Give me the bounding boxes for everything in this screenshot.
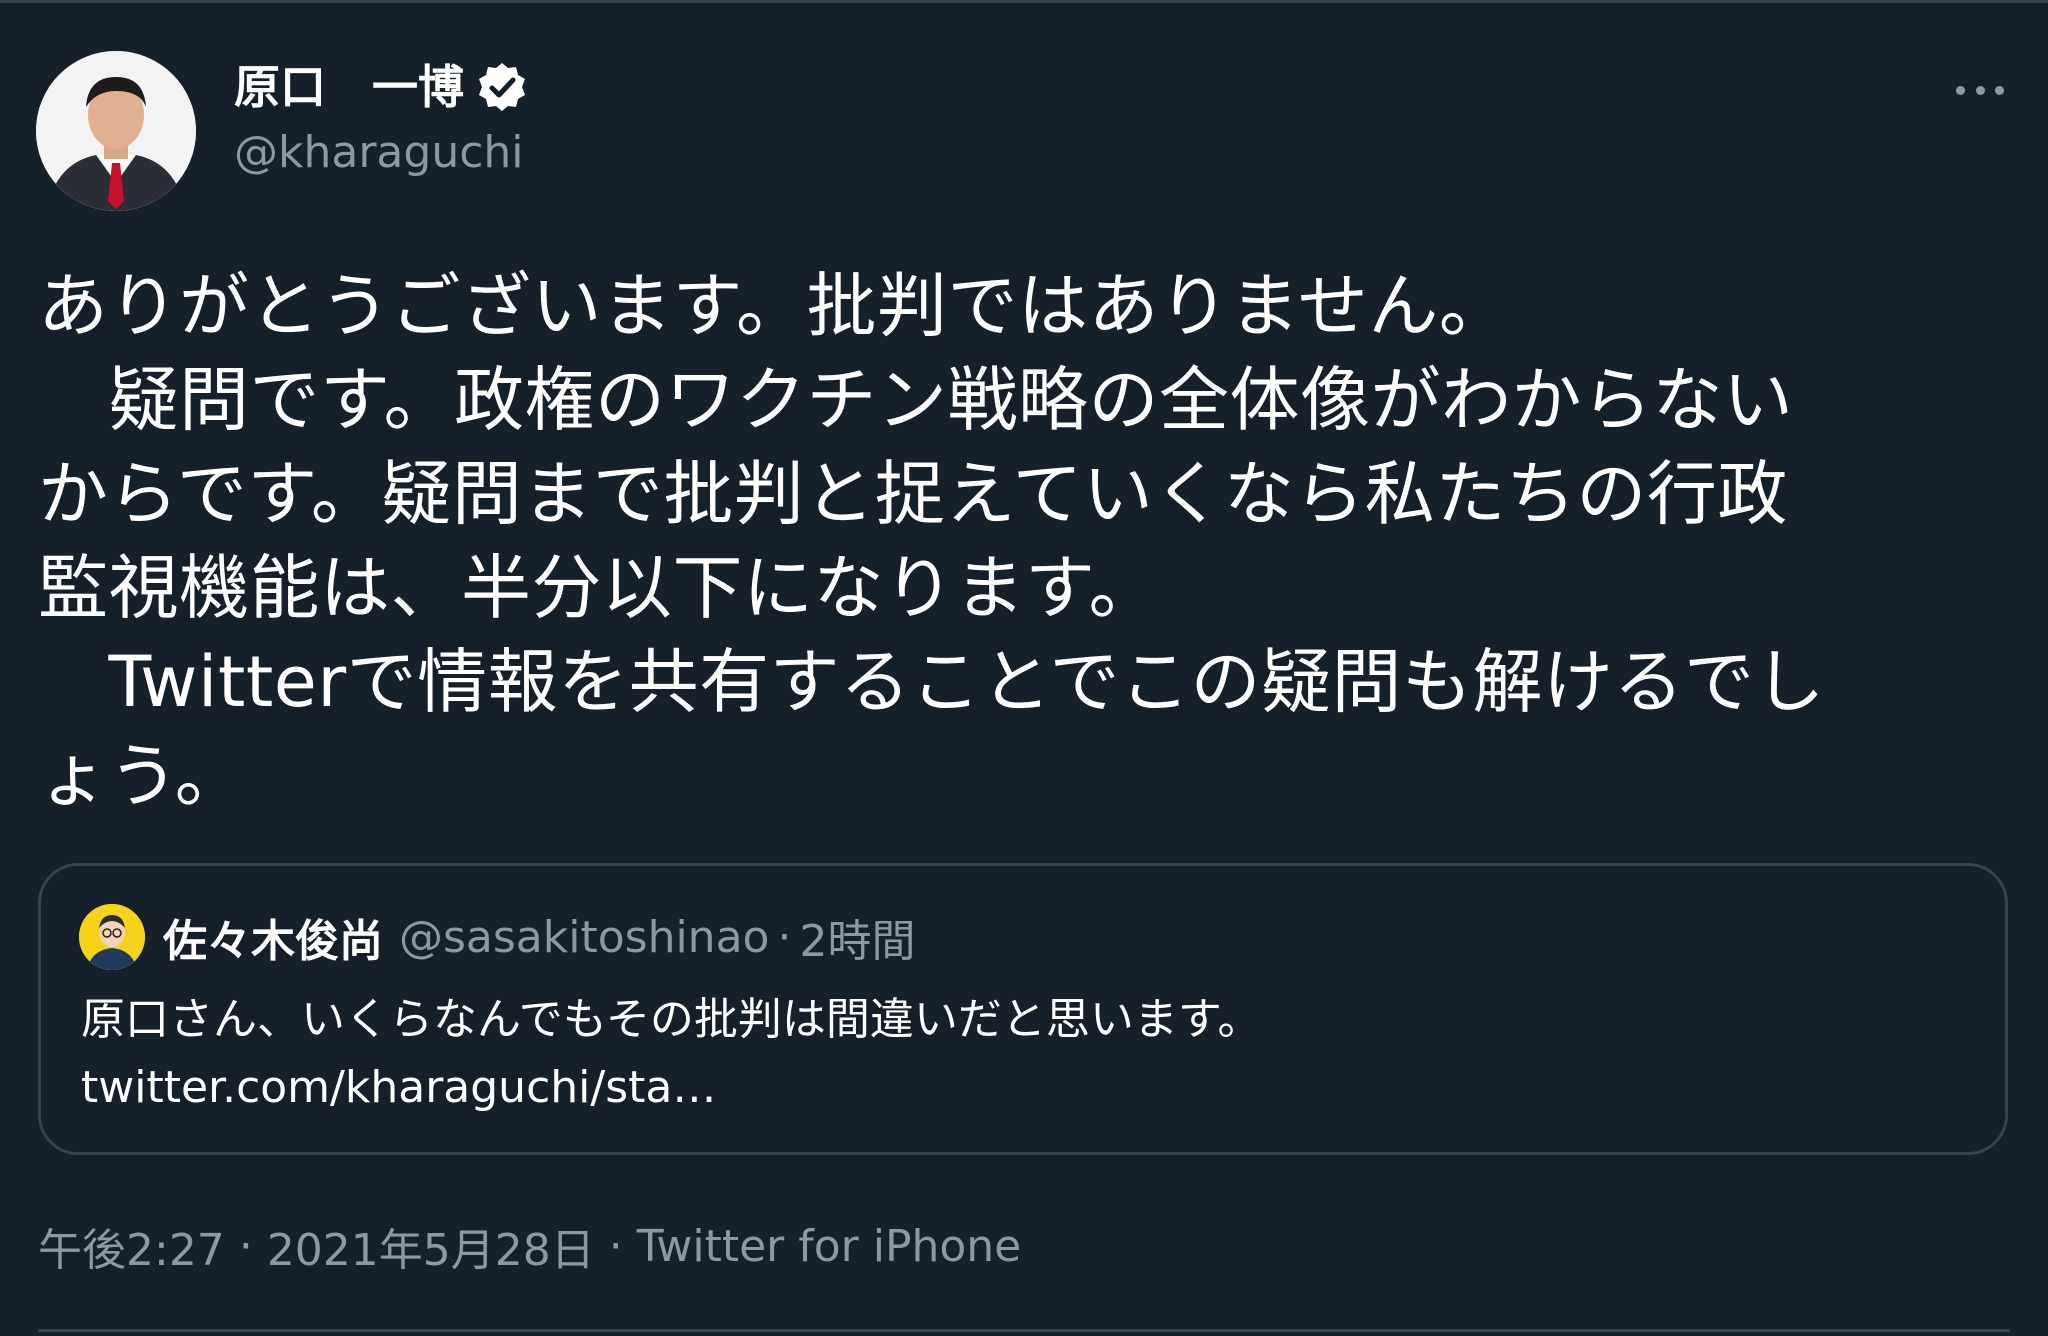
- tweet-source[interactable]: Twitter for iPhone: [637, 1221, 1021, 1272]
- quoted-author-handle[interactable]: @sasakitoshinao: [399, 912, 769, 963]
- more-dot: [1956, 85, 1965, 95]
- quoted-separator: ·: [777, 911, 792, 963]
- quoted-text: 原口さん、いくらなんでもその批判は間違いだと思います。 twitter.com/…: [81, 994, 1262, 1113]
- divider: [38, 1329, 2010, 1332]
- tweet-date[interactable]: 2021年5月28日: [267, 1214, 595, 1278]
- quoted-author-name[interactable]: 佐々木俊尚: [163, 905, 383, 969]
- quoted-timestamp[interactable]: 2時間: [799, 905, 915, 969]
- quoted-author-avatar: [79, 904, 145, 970]
- verified-badge-icon: [479, 63, 525, 111]
- quoted-header: 佐々木俊尚 @sasakitoshinao · 2時間: [163, 904, 915, 970]
- tweet-detail: 原口 一博 @kharaguchi ありがとうございます。批判ではありません。 …: [0, 0, 2048, 1336]
- tweet-metadata: 午後2:27 · 2021年5月28日 · Twitter for iPhone: [38, 1211, 1021, 1281]
- more-options-icon[interactable]: [1950, 65, 2010, 115]
- quoted-tweet[interactable]: 佐々木俊尚 @sasakitoshinao · 2時間 原口さん、いくらなんでも…: [38, 863, 2008, 1155]
- tweet-time[interactable]: 午後2:27: [38, 1214, 225, 1278]
- quoted-avatar-image: [79, 904, 145, 970]
- author-name-text: 原口 一博: [234, 60, 464, 114]
- author-avatar-image: [36, 51, 196, 211]
- tweet-text: ありがとうございます。批判ではありません。 疑問です。政権のワクチン戦略の全体像…: [38, 265, 1826, 817]
- meta-separator: ·: [238, 1220, 253, 1272]
- meta-separator: ·: [608, 1220, 623, 1272]
- author-name[interactable]: 原口 一博: [234, 55, 530, 119]
- more-dot: [1995, 85, 2004, 95]
- author-handle[interactable]: @kharaguchi: [234, 121, 524, 185]
- more-dot: [1975, 85, 1985, 95]
- author-avatar[interactable]: [36, 51, 196, 211]
